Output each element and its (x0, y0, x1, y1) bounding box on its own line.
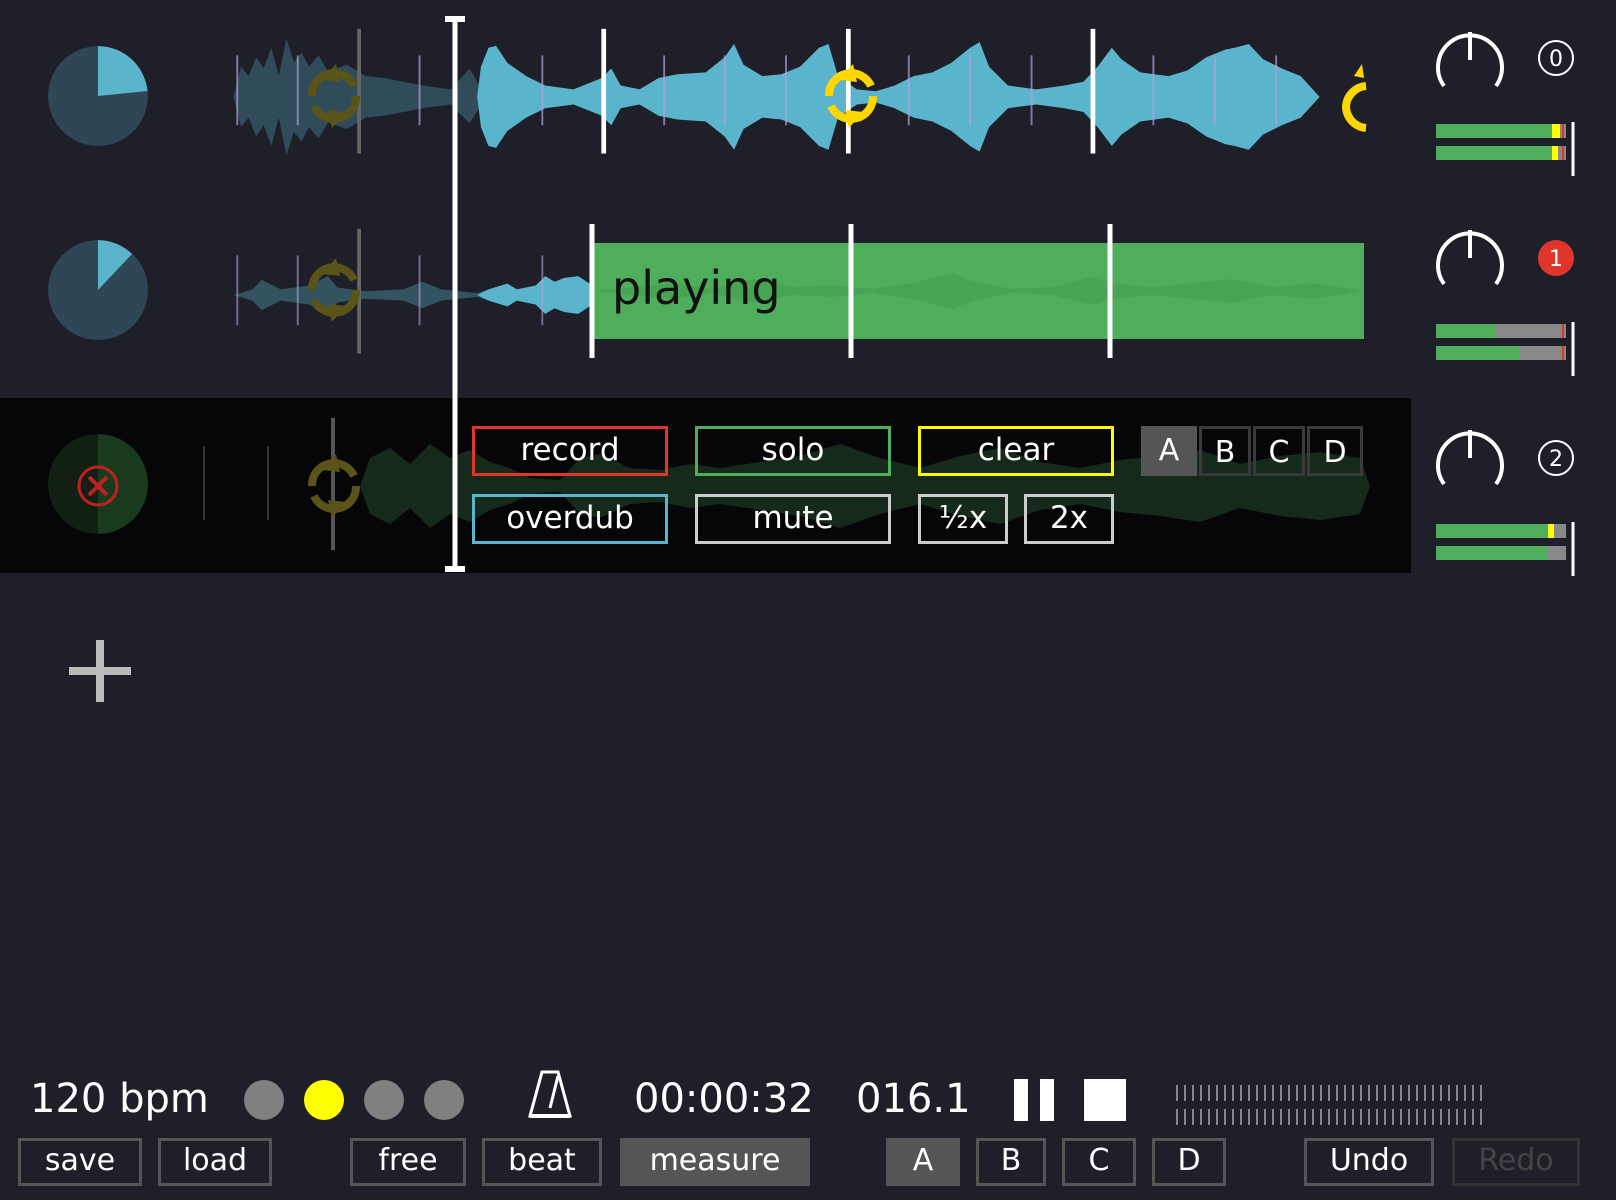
quantize-measure-button[interactable]: measure (620, 1138, 810, 1186)
load-button[interactable]: load (158, 1138, 272, 1186)
undo-button[interactable]: Undo (1304, 1138, 1434, 1186)
pause-icon[interactable] (1014, 1079, 1056, 1121)
loop-icon (1341, 64, 1367, 132)
track-waveform[interactable] (200, 398, 1406, 573)
gain-knob-icon[interactable] (1430, 428, 1510, 488)
level-meter (1436, 522, 1575, 576)
scene-d-button[interactable]: D (1152, 1138, 1226, 1186)
bpm-display[interactable]: 120 bpm (30, 1076, 209, 1122)
redo-button[interactable]: Redo (1452, 1138, 1580, 1186)
beat-indicator-2 (304, 1080, 344, 1120)
beat-indicator-4 (424, 1080, 464, 1120)
gain-knob-icon[interactable] (1430, 228, 1510, 288)
level-meter (1436, 322, 1575, 376)
scene-c-button[interactable]: C (1062, 1138, 1136, 1186)
half-speed-button[interactable]: ½x (918, 494, 1008, 544)
quantize-beat-button[interactable]: beat (482, 1138, 602, 1186)
level-meter (1436, 122, 1575, 176)
record-button[interactable]: record (472, 426, 668, 476)
track-progress-pie[interactable] (48, 46, 148, 146)
beat-indicator-1 (244, 1080, 284, 1120)
track-beat-markers (589, 224, 1113, 358)
track-number-badge: 1 (1538, 240, 1574, 276)
playhead[interactable] (443, 16, 467, 572)
double-speed-button[interactable]: 2x (1024, 494, 1114, 544)
track-scene-d-button[interactable]: D (1307, 426, 1363, 476)
scene-a-button[interactable]: A (886, 1138, 960, 1186)
stop-icon[interactable] (1084, 1079, 1126, 1121)
track-scene-b-button[interactable]: B (1199, 426, 1251, 476)
track-number-badge: 2 (1538, 440, 1574, 476)
track-row-0[interactable] (0, 0, 1411, 180)
overdub-button[interactable]: overdub (472, 494, 668, 544)
loop-icon (308, 64, 360, 128)
input-level-meter (1174, 1083, 1488, 1127)
track-number-badge: 0 (1538, 40, 1574, 76)
scene-b-button[interactable]: B (976, 1138, 1046, 1186)
loop-icon (308, 454, 360, 518)
track-scene-a-button[interactable]: A (1141, 426, 1197, 476)
track-waveform[interactable] (200, 10, 1406, 180)
track-row-2[interactable]: record overdub solo mute clear ½x 2x A B… (0, 398, 1411, 573)
save-button[interactable]: save (18, 1138, 142, 1186)
beat-indicator-3 (364, 1080, 404, 1120)
clear-button[interactable]: clear (918, 426, 1114, 476)
loop-icon (825, 64, 877, 128)
metronome-icon[interactable] (528, 1070, 572, 1120)
mute-button[interactable]: mute (695, 494, 891, 544)
solo-button[interactable]: solo (695, 426, 891, 476)
time-display: 00:00:32 (634, 1076, 814, 1122)
gain-knob-icon[interactable] (1430, 30, 1510, 90)
track-row-1[interactable]: playing (0, 200, 1411, 380)
plus-icon[interactable] (69, 640, 131, 702)
position-display: 016.1 (856, 1076, 971, 1122)
delete-track-icon[interactable] (76, 464, 120, 508)
loop-icon (308, 258, 360, 322)
quantize-free-button[interactable]: free (350, 1138, 466, 1186)
track-scene-c-button[interactable]: C (1253, 426, 1305, 476)
